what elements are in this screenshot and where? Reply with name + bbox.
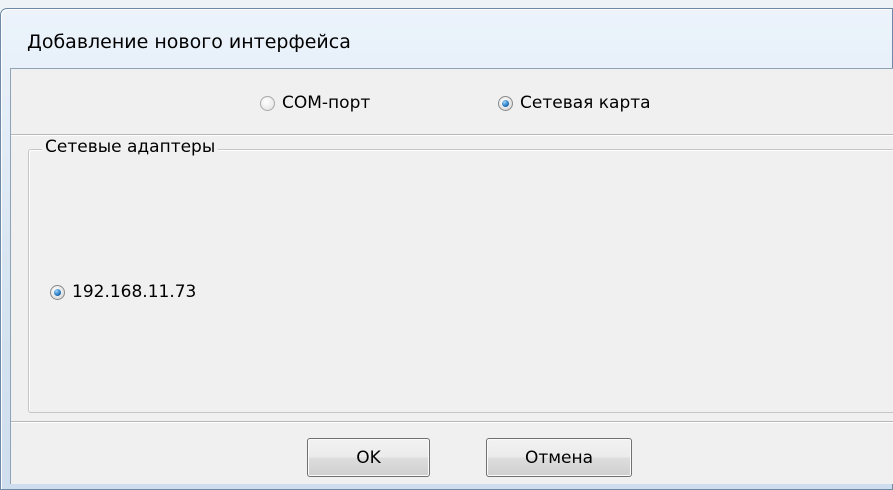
interface-type-panel: COM-порт Сетевая карта — [11, 69, 893, 135]
radio-dot-icon — [54, 288, 61, 296]
network-card-label: Сетевая карта — [520, 93, 651, 113]
title-bar[interactable]: Добавление нового интерфейса — [1, 9, 892, 68]
radio-selected-icon — [498, 95, 513, 111]
com-port-label: COM-порт — [282, 93, 371, 113]
add-interface-dialog: Добавление нового интерфейса COM-порт Се… — [0, 8, 893, 490]
dialog-title: Добавление нового интерфейса — [27, 31, 351, 53]
network-adapters-group: Сетевые адаптеры 192.168.11.73 — [28, 137, 893, 413]
adapter-label: 192.168.11.73 — [72, 282, 197, 302]
dialog-client-area: COM-порт Сетевая карта Сетевые адаптеры … — [10, 68, 893, 484]
radio-dot-icon — [502, 99, 509, 107]
button-panel: OK Отмена — [11, 421, 893, 484]
desktop-background: Добавление нового интерфейса COM-порт Се… — [0, 0, 893, 490]
network-card-radio[interactable]: Сетевая карта — [498, 93, 651, 113]
com-port-radio[interactable]: COM-порт — [260, 93, 370, 113]
adapter-radio-192-168-11-73[interactable]: 192.168.11.73 — [50, 282, 196, 302]
network-adapters-group-label: Сетевые адаптеры — [42, 137, 219, 157]
ok-button[interactable]: OK — [307, 438, 430, 477]
cancel-button[interactable]: Отмена — [486, 438, 632, 477]
radio-selected-icon — [50, 284, 65, 300]
radio-unselected-icon — [260, 95, 275, 111]
